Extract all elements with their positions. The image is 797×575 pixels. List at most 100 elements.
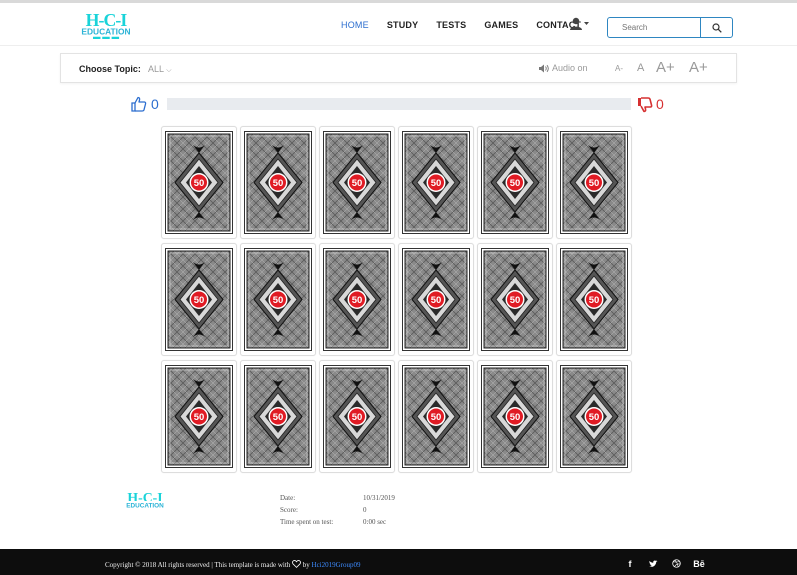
memory-card[interactable]: 50 xyxy=(477,360,553,473)
card-back-icon: 50 xyxy=(481,365,549,468)
top-navbar: H-C-I EDUCATION ▬ ▬ ▬ HOME STUDY TESTS G… xyxy=(0,6,797,46)
topic-select[interactable]: ALL ⌵ xyxy=(148,64,172,75)
card-back-icon: 50 xyxy=(244,365,312,468)
memory-card[interactable]: 50 xyxy=(477,126,553,239)
score-progress-bar xyxy=(167,98,631,110)
result-row-time: Time spent on test: 0:00 sec xyxy=(280,516,395,528)
memory-card[interactable]: 50 xyxy=(319,360,395,473)
card-back-icon: 50 xyxy=(402,365,470,468)
heart-icon xyxy=(292,560,301,568)
time-value: 0:00 sec xyxy=(363,518,387,526)
chevron-down-icon: ⌵ xyxy=(166,67,172,74)
dribbble-icon[interactable] xyxy=(666,555,686,572)
page: H-C-I EDUCATION ▬ ▬ ▬ HOME STUDY TESTS G… xyxy=(0,0,797,575)
author-link[interactable]: Hci2019Group09 xyxy=(312,561,361,569)
memory-card[interactable]: 50 xyxy=(161,360,237,473)
memory-card[interactable]: 50 xyxy=(398,243,474,356)
svg-text:▬ ▬ ▬: ▬ ▬ ▬ xyxy=(93,32,120,40)
memory-card[interactable]: 50 xyxy=(161,126,237,239)
card-back-icon: 50 xyxy=(402,248,470,351)
main-nav: HOME STUDY TESTS GAMES CONTACT xyxy=(341,20,599,30)
svg-text:50: 50 xyxy=(589,295,600,306)
nav-games[interactable]: GAMES xyxy=(484,20,518,30)
svg-text:50: 50 xyxy=(194,178,205,189)
twitter-bird-icon xyxy=(648,559,658,567)
memory-card[interactable]: 50 xyxy=(240,126,316,239)
score-value: 0 xyxy=(363,506,367,514)
twitter-icon[interactable] xyxy=(643,555,663,572)
nav-home[interactable]: HOME xyxy=(341,20,369,30)
card-back-icon: 50 xyxy=(165,131,233,234)
card-back-icon: 50 xyxy=(402,131,470,234)
nav-tests[interactable]: TESTS xyxy=(436,20,466,30)
font-size-normal[interactable]: A xyxy=(637,62,644,74)
svg-text:50: 50 xyxy=(431,295,442,306)
topic-toolbar: Choose Topic: ALL ⌵ Audio on A- A A+ A+ xyxy=(60,53,737,83)
search-icon xyxy=(711,22,722,33)
thumbs-down-icon xyxy=(638,97,653,113)
card-back-icon: 50 xyxy=(244,248,312,351)
svg-text:50: 50 xyxy=(510,295,521,306)
memory-card[interactable]: 50 xyxy=(556,360,632,473)
copyright-by: by xyxy=(302,561,310,569)
card-back-icon: 50 xyxy=(323,248,391,351)
nav-study[interactable]: STUDY xyxy=(387,20,419,30)
facebook-icon[interactable]: f xyxy=(620,555,640,572)
memory-card[interactable]: 50 xyxy=(240,243,316,356)
date-value: 10/31/2019 xyxy=(363,494,395,502)
audio-toggle[interactable]: Audio on xyxy=(539,63,588,73)
score-label: Score: xyxy=(280,506,298,514)
audio-label: Audio on xyxy=(552,63,588,73)
card-back-icon: 50 xyxy=(165,248,233,351)
date-label: Date: xyxy=(280,494,296,502)
footer-logo-bottom: EDUCATION xyxy=(126,502,164,509)
memory-card[interactable]: 50 xyxy=(556,126,632,239)
memory-card[interactable]: 50 xyxy=(477,243,553,356)
svg-text:50: 50 xyxy=(510,412,521,423)
svg-text:50: 50 xyxy=(431,178,442,189)
footer-logo: H-C-I EDUCATION xyxy=(119,490,171,509)
result-row-score: Score: 0 xyxy=(280,504,395,516)
memory-card[interactable]: 50 xyxy=(398,360,474,473)
memory-card[interactable]: 50 xyxy=(161,243,237,356)
dribbble-ball-icon xyxy=(671,559,681,568)
memory-card[interactable]: 50 xyxy=(319,243,395,356)
card-back-icon: 50 xyxy=(323,131,391,234)
user-dropdown-icon[interactable] xyxy=(569,17,591,31)
footer-bar: Copyright © 2018 All rights reserved | T… xyxy=(0,549,797,575)
copyright-text: Copyright © 2018 All rights reserved | T… xyxy=(105,561,291,569)
font-size-increase-more[interactable]: A+ xyxy=(689,59,708,76)
wrong-count: 0 xyxy=(656,96,664,112)
search-input[interactable] xyxy=(608,18,700,37)
speaker-icon xyxy=(539,64,549,72)
search-button[interactable] xyxy=(700,18,732,37)
memory-card[interactable]: 50 xyxy=(240,360,316,473)
svg-text:50: 50 xyxy=(352,412,363,423)
memory-card[interactable]: 50 xyxy=(398,126,474,239)
result-row-date: Date: 10/31/2019 xyxy=(280,492,395,504)
correct-count: 0 xyxy=(151,96,159,112)
behance-icon[interactable]: Bē xyxy=(689,555,709,572)
font-size-decrease[interactable]: A- xyxy=(615,64,623,73)
memory-card[interactable]: 50 xyxy=(556,243,632,356)
svg-text:50: 50 xyxy=(589,178,600,189)
card-back-icon: 50 xyxy=(481,131,549,234)
time-label: Time spent on test: xyxy=(280,518,334,526)
card-back-icon: 50 xyxy=(560,248,628,351)
search-box xyxy=(607,17,733,38)
svg-text:50: 50 xyxy=(273,412,284,423)
font-size-increase[interactable]: A+ xyxy=(656,59,675,76)
topic-label: Choose Topic: xyxy=(79,64,141,74)
social-links: f Bē xyxy=(620,555,709,572)
svg-text:50: 50 xyxy=(352,178,363,189)
svg-text:50: 50 xyxy=(352,295,363,306)
hci-education-logo[interactable]: H-C-I EDUCATION ▬ ▬ ▬ xyxy=(68,12,144,40)
svg-text:50: 50 xyxy=(589,412,600,423)
svg-text:50: 50 xyxy=(510,178,521,189)
svg-text:50: 50 xyxy=(273,295,284,306)
card-back-icon: 50 xyxy=(323,365,391,468)
thumbs-up-icon xyxy=(131,96,147,112)
topic-value: ALL xyxy=(148,64,164,74)
memory-card[interactable]: 50 xyxy=(319,126,395,239)
card-back-icon: 50 xyxy=(244,131,312,234)
